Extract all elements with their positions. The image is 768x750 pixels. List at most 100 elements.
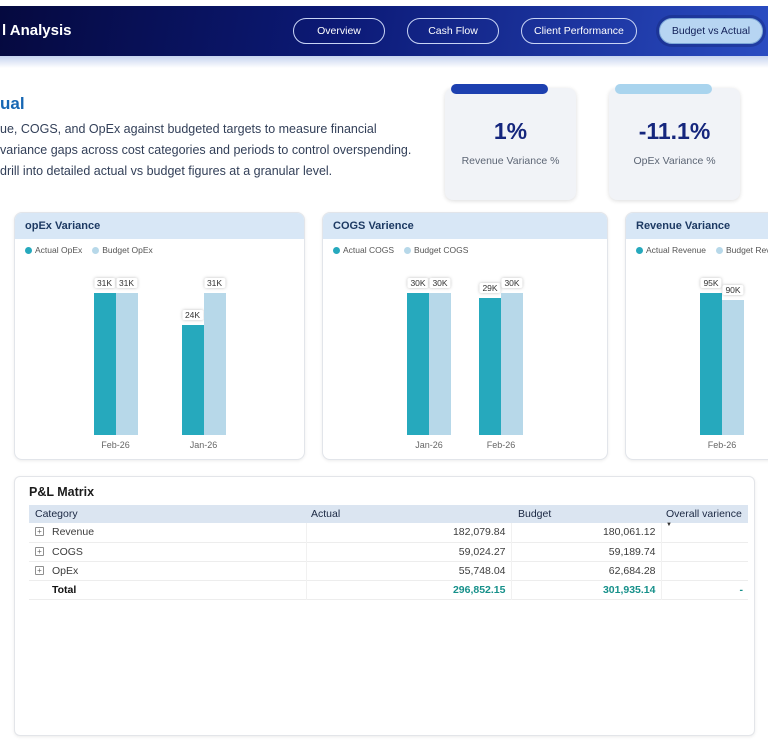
bar-actual-opex[interactable]: 31K (93, 278, 116, 435)
bar-value-label: 95K (700, 278, 722, 288)
expand-icon[interactable]: + (35, 565, 44, 575)
tab-budget-vs-actual[interactable]: Budget vs Actual (658, 18, 764, 44)
column-header-label: Overall varience (666, 508, 742, 520)
legend-dot-icon (404, 246, 412, 254)
expand-icon[interactable]: + (35, 527, 44, 537)
bar-value-label: 29K (479, 283, 501, 293)
pnl-matrix-title: P&L Matrix (29, 485, 95, 499)
tab-client-performance[interactable]: Client Performance (521, 18, 637, 44)
table-header-row: Category Actual Budget Overall varience … (29, 505, 748, 528)
cell-budget: 59,189.74 (511, 542, 662, 561)
bar-actual-opex[interactable]: 24K (181, 310, 204, 435)
kpi-label: Revenue Variance % (461, 155, 560, 167)
bar-value-label: 30K (501, 278, 523, 288)
legend-item: Actual Revenue (636, 245, 706, 255)
cell-overall (661, 523, 748, 542)
legend-label: Actual COGS (343, 245, 395, 255)
sort-descending-icon: ▼ (666, 522, 672, 528)
axis-label: Feb-26 (486, 440, 516, 450)
tab-overview[interactable]: Overview (293, 18, 385, 44)
category-cell: + OpEx (29, 561, 307, 580)
bar-budget-opex[interactable]: 31K (115, 278, 138, 435)
cell-overall (661, 561, 748, 580)
legend-label: Budget OpEx (102, 245, 153, 255)
table-row: + COGS 59,024.27 59,189.74 (29, 542, 748, 561)
legend-item: Budget COGS (404, 245, 468, 255)
chart-legend: Actual COGS Budget COGS (323, 239, 607, 255)
chart-card-opex-variance: opEx Variance Actual OpEx Budget OpEx 31K 31… (14, 212, 305, 460)
legend-item: Actual OpEx (25, 245, 82, 255)
axis-label: Jan-26 (189, 440, 218, 450)
intro-text: ue, COGS, and OpEx against budgeted targ… (0, 119, 411, 182)
tab-cash-flow[interactable]: Cash Flow (407, 18, 499, 44)
bar-groups: 31K 31K Feb-26 24K 31K Jan-26 (15, 278, 304, 450)
column-header-overall-varience[interactable]: Overall varience ▼ (661, 505, 748, 528)
chart-plot: 30K 30K Jan-26 29K 30K Feb-26 (323, 265, 607, 459)
header-glow (0, 56, 768, 68)
chart-card-revenue-variance: Revenue Variance Actual Revenue Budget Rev… (625, 212, 768, 460)
kpi-value: 1% (493, 118, 528, 144)
bar-budget-opex[interactable]: 31K (203, 278, 226, 435)
pnl-table: Category Actual Budget Overall varience … (29, 505, 748, 600)
bar-budget-revenue[interactable]: 90K (722, 285, 744, 435)
kpi-card-revenue-variance: 1% Revenue Variance % (445, 84, 576, 200)
cell-budget: 62,684.28 (511, 561, 662, 580)
chart-title: Revenue Variance (626, 213, 768, 239)
legend-item: Budget Revenue (716, 245, 768, 255)
kpi-value: -11.1% (638, 118, 711, 144)
bar-value-label: 30K (407, 278, 429, 288)
bar-groups: 95K 90K Feb-26 (626, 278, 768, 450)
bar-group: 24K 31K Jan-26 (181, 278, 226, 450)
category-cell: + COGS (29, 542, 307, 561)
bar-group: 30K 30K Jan-26 (407, 278, 451, 450)
pnl-matrix-table: Category Actual Budget Overall varience … (29, 505, 748, 600)
pnl-matrix-card: P&L Matrix Category Actual Budget Overal… (14, 476, 755, 736)
total-overall: - (739, 583, 744, 596)
category-cell: + Revenue (29, 523, 307, 542)
legend-dot-icon (25, 246, 32, 254)
bar-value-label: 90K (722, 285, 744, 295)
bar-value-label: 31K (203, 278, 226, 288)
intro-line: ue, COGS, and OpEx against budgeted targ… (0, 122, 377, 136)
total-actual: 296,852.15 (306, 580, 512, 599)
kpi-card-opex-variance: -11.1% OpEx Variance % (609, 84, 740, 200)
kpi-accent-bar (451, 84, 548, 94)
bar-group: 31K 31K Feb-26 (93, 278, 138, 450)
bar-budget-cogs[interactable]: 30K (501, 278, 523, 435)
table-total-row: Total 296,852.15 301,935.14 - (29, 580, 748, 599)
chart-legend: Actual OpEx Budget OpEx (15, 239, 304, 255)
legend-dot-icon (333, 246, 340, 254)
bar-actual-revenue[interactable]: 95K (700, 278, 722, 435)
column-header-actual[interactable]: Actual (306, 505, 511, 523)
chart-plot: 95K 90K Feb-26 (626, 265, 768, 459)
category-label: COGS (52, 545, 83, 558)
bar-actual-cogs[interactable]: 30K (407, 278, 429, 435)
kpi-accent-bar (615, 84, 712, 94)
bar-value-label: 31K (115, 278, 138, 288)
intro-line: variance gaps across cost categories and… (0, 143, 412, 157)
legend-label: Actual OpEx (35, 245, 83, 255)
column-header-category[interactable]: Category (29, 505, 306, 523)
axis-label: Feb-26 (707, 440, 737, 450)
nav-tabs: Overview Cash Flow Client Performance Budge… (293, 18, 764, 44)
total-label: Total (29, 580, 307, 599)
bar-groups: 30K 30K Jan-26 29K 30K Feb-26 (323, 278, 607, 450)
cell-actual: 59,024.27 (306, 542, 512, 561)
cell-actual: 182,079.84 (306, 523, 512, 542)
bar-group: 95K 90K Feb-26 (700, 278, 744, 450)
bar-actual-cogs[interactable]: 29K (479, 283, 501, 435)
top-navbar: l Analysis Overview Cash Flow Client Perfo… (0, 6, 768, 56)
legend-item: Actual COGS (333, 245, 394, 255)
category-label: Revenue (52, 526, 95, 539)
expand-icon[interactable]: + (35, 546, 44, 556)
table-row: + Revenue 182,079.84 180,061.12 (29, 523, 748, 542)
pnl-table-body: + Revenue 182,079.84 180,061.12 + COGS 59,024.… (29, 523, 748, 599)
column-header-budget[interactable]: Budget (511, 505, 661, 523)
chart-legend: Actual Revenue Budget Revenue (626, 239, 768, 255)
axis-label: Feb-26 (101, 440, 130, 450)
bar-value-label: 30K (429, 278, 451, 288)
bar-budget-cogs[interactable]: 30K (429, 278, 451, 435)
legend-label: Budget COGS (414, 245, 469, 255)
charts-row: opEx Variance Actual OpEx Budget OpEx 31K 31… (0, 212, 768, 460)
chart-title: COGS Varience (323, 213, 607, 239)
